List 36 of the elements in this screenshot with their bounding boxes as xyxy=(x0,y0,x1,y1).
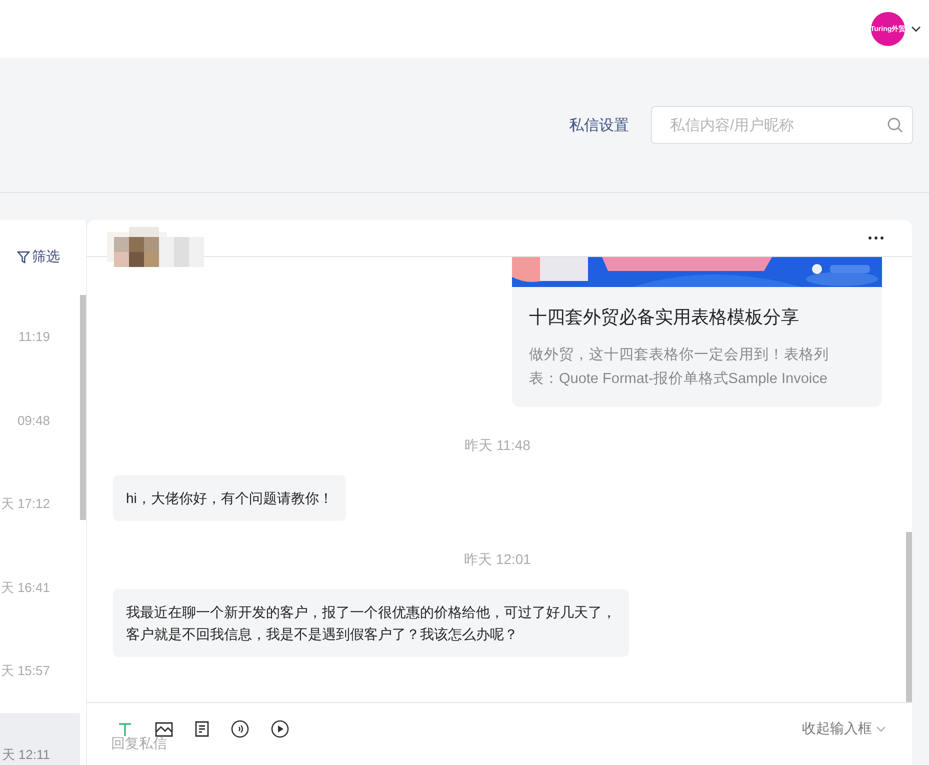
funnel-icon xyxy=(17,250,30,264)
message-time: 昨天 12:01 xyxy=(464,551,531,569)
conversation-item[interactable]: 天 17:12 xyxy=(0,462,80,546)
conversation-time: 09:48 xyxy=(17,412,50,428)
conversation-time: 天 17:12 xyxy=(0,494,50,513)
search-field[interactable]: 私信内容/用户昵称 xyxy=(651,106,913,144)
conversation-item[interactable]: 09:48 xyxy=(0,378,80,462)
conversation-item[interactable]: 天 12:11 xyxy=(0,712,80,765)
conversation-time: 天 16:41 xyxy=(0,578,50,597)
collapse-input-button[interactable]: 收起输入框 xyxy=(802,720,886,738)
message-bubble: hi，大佬你好，有个问题请教你！ xyxy=(113,475,346,521)
conversation-time: 天 15:57 xyxy=(0,662,50,680)
document-icon[interactable] xyxy=(195,721,209,737)
conversation-item[interactable]: 天 15:57 xyxy=(0,629,80,713)
search-icon[interactable] xyxy=(887,117,903,133)
article-card[interactable]: 十四套外贸必备实用表格模板分享 做外贸，这十四套表格你一定会用到！表格列表：Quote Format-报价单格式Sample Invoice xyxy=(512,257,882,407)
conversation-item[interactable]: 天 16:41 xyxy=(0,546,80,630)
audio-icon[interactable] xyxy=(231,720,249,738)
chevron-down-icon[interactable] xyxy=(911,26,921,32)
play-icon[interactable] xyxy=(271,720,289,738)
settings-link[interactable]: 私信设置 xyxy=(569,116,629,134)
more-icon[interactable] xyxy=(868,236,884,240)
image-icon[interactable] xyxy=(155,721,173,737)
message-bubble: 我最近在聊一个新开发的客户，报了一个很优惠的价格给他，可过了好几天了，客户就是不回我信息，我是不是遇到假客户了？我该怎么办呢？ xyxy=(113,589,629,657)
chevron-down-icon xyxy=(876,726,886,732)
message-time: 昨天 11:48 xyxy=(464,437,530,455)
filter-button[interactable]: 筛选 xyxy=(17,248,86,266)
conversation-item[interactable]: 11:19 xyxy=(0,295,80,379)
reply-field[interactable]: 回复私信 xyxy=(111,735,411,757)
conversation-time: 11:19 xyxy=(18,329,50,344)
text-format-icon[interactable] xyxy=(117,721,133,737)
article-title: 十四套外贸必备实用表格模板分享 xyxy=(529,306,800,329)
article-summary: 做外贸，这十四套表格你一定会用到！表格列表：Quote Format-报价单格式Sample Invoice xyxy=(529,346,830,389)
conversation-time: 天 12:11 xyxy=(2,746,50,764)
scrollbar[interactable] xyxy=(906,532,912,702)
scrollbar[interactable] xyxy=(80,295,86,520)
